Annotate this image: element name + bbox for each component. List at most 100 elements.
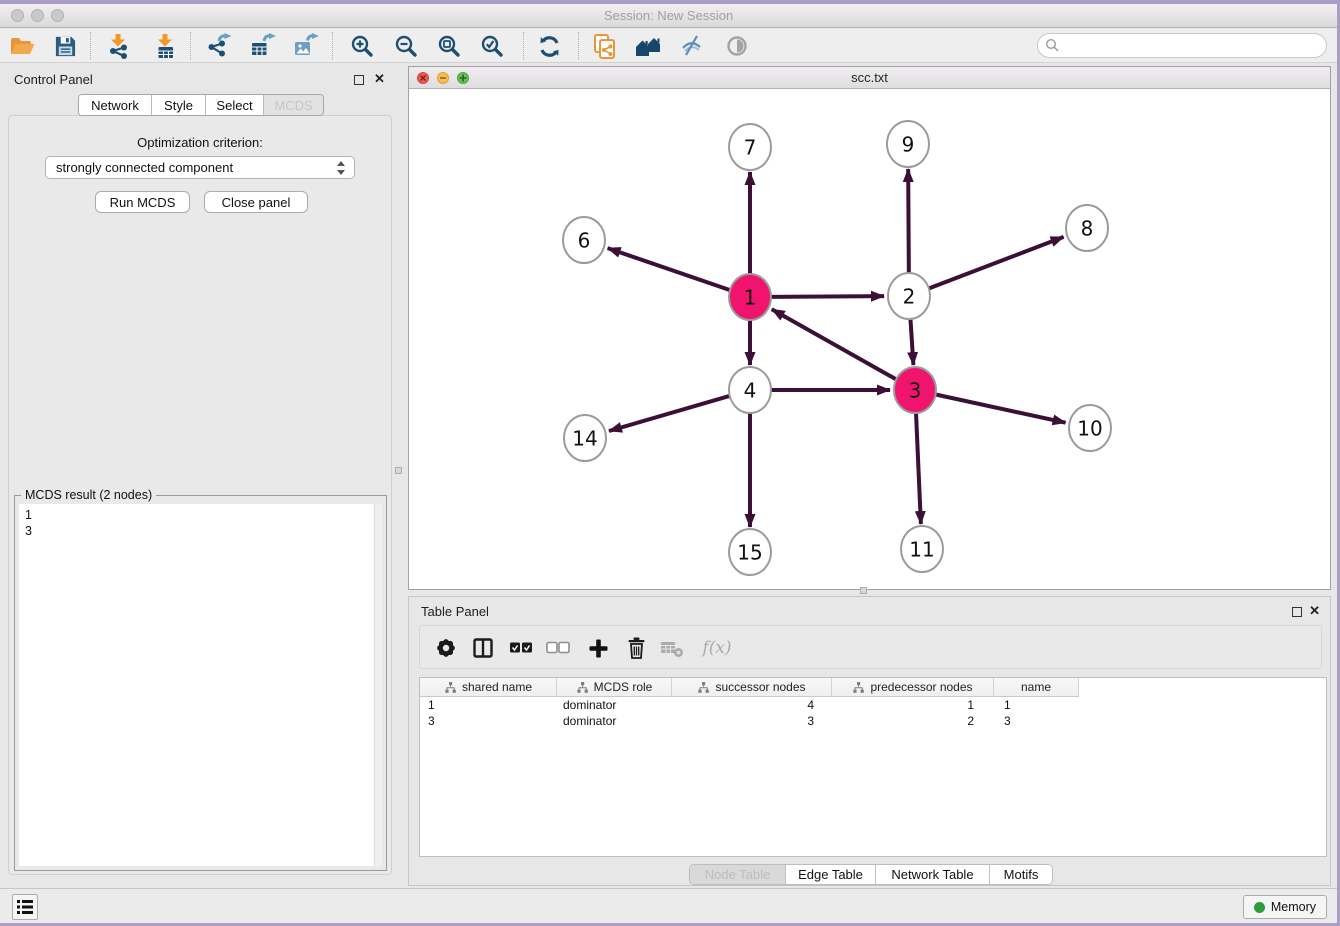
export-table-button[interactable] (247, 31, 277, 61)
network-window-titlebar[interactable]: scc.txt (409, 67, 1330, 89)
deselect-all-rows-button[interactable] (543, 633, 573, 663)
graph-node-label-1: 1 (744, 286, 757, 310)
cell-successor-nodes[interactable]: 4 (672, 697, 832, 713)
zoom-selected-button[interactable] (477, 31, 507, 61)
trash-icon (626, 637, 647, 659)
cell-shared-name[interactable]: 3 (420, 713, 557, 729)
table-row[interactable]: 1dominator411 (420, 697, 1079, 713)
column-header-name[interactable]: name (994, 678, 1079, 696)
column-header-predecessor-nodes[interactable]: predecessor nodes (832, 678, 994, 696)
tab-network-table[interactable]: Network Table (876, 865, 990, 884)
import-table-button[interactable] (150, 31, 180, 61)
delete-column-button[interactable] (621, 633, 651, 663)
mcds-result-textarea[interactable]: 1 3 (19, 504, 382, 866)
tab-select[interactable]: Select (206, 95, 264, 115)
import-network-button[interactable] (103, 31, 133, 61)
edge-2-8[interactable] (928, 237, 1064, 289)
table-row[interactable]: 3dominator323 (420, 713, 1079, 729)
tab-node-table[interactable]: Node Table (690, 865, 786, 884)
toolbar-separator (578, 32, 579, 60)
show-column-button[interactable] (468, 633, 498, 663)
first-neighbors-button[interactable] (633, 31, 663, 61)
horizontal-split-handle[interactable] (860, 587, 867, 594)
edge-2-9[interactable] (908, 169, 909, 276)
optimization-criterion-dropdown[interactable]: strongly connected component (45, 156, 355, 179)
control-panel-float-button[interactable] (354, 72, 364, 90)
eye-detail-icon (725, 34, 749, 58)
save-session-button[interactable] (50, 31, 80, 61)
eye-slash-icon (680, 34, 704, 58)
close-panel-button[interactable]: Close panel (204, 191, 308, 213)
export-image-button[interactable] (290, 31, 320, 61)
tree-icon (697, 681, 710, 694)
zoom-in-icon (350, 34, 374, 58)
apply-layout-button[interactable] (534, 31, 564, 61)
select-all-rows-button[interactable] (506, 633, 536, 663)
network-graph-canvas[interactable]: 7968124314101511 (409, 89, 1330, 589)
cell-name[interactable]: 3 (994, 713, 1079, 729)
tab-motifs[interactable]: Motifs (990, 865, 1052, 884)
run-mcds-button[interactable]: Run MCDS (95, 191, 190, 213)
edge-4-14[interactable] (609, 396, 731, 431)
edge-3-1[interactable] (772, 309, 898, 380)
show-graphics-details-button[interactable] (722, 31, 752, 61)
zoom-in-button[interactable] (347, 31, 377, 61)
refresh-layout-icon (537, 34, 562, 59)
dropdown-stepper-icon (335, 160, 346, 176)
function-builder-button[interactable]: f(x) (698, 633, 736, 663)
table-panel: Table Panel ✕ (408, 596, 1331, 886)
table-panel-close-button[interactable]: ✕ (1309, 602, 1320, 620)
search-input[interactable] (1065, 38, 1326, 53)
toolbar-separator (523, 32, 524, 60)
import-table-icon (152, 33, 179, 60)
cell-name[interactable]: 1 (994, 697, 1079, 713)
columns-icon (472, 637, 494, 659)
tab-style[interactable]: Style (152, 95, 206, 115)
mcds-result-group: MCDS result (2 nodes) 1 3 (14, 495, 387, 871)
control-panel-close-button[interactable]: ✕ (374, 70, 385, 88)
node-table: shared nameMCDS rolesuccessor nodesprede… (419, 677, 1327, 857)
mcds-panel: Optimization criterion: strongly connect… (8, 115, 392, 875)
graph-node-label-15: 15 (737, 541, 762, 565)
cell-successor-nodes[interactable]: 3 (672, 713, 832, 729)
search-field[interactable] (1037, 33, 1327, 58)
zoom-out-icon (394, 34, 418, 58)
tab-network[interactable]: Network (79, 95, 152, 115)
delete-table-button[interactable] (657, 633, 687, 663)
column-header-successor-nodes[interactable]: successor nodes (672, 678, 832, 696)
edge-1-2[interactable] (770, 296, 884, 297)
open-session-button[interactable] (7, 31, 37, 61)
column-header-label: name (1021, 680, 1051, 694)
add-column-button[interactable] (583, 633, 613, 663)
cell-MCDS-role[interactable]: dominator (557, 713, 672, 729)
tab-edge-table[interactable]: Edge Table (786, 865, 876, 884)
toolbar-separator (90, 32, 91, 60)
cell-predecessor-nodes[interactable]: 2 (832, 713, 994, 729)
tree-icon (444, 681, 457, 694)
cell-predecessor-nodes[interactable]: 1 (832, 697, 994, 713)
memory-label: Memory (1271, 900, 1316, 914)
edge-2-3[interactable] (910, 316, 913, 365)
edge-3-11[interactable] (916, 410, 921, 524)
duplicate-network-button[interactable] (590, 31, 620, 61)
hide-selected-button[interactable] (677, 31, 707, 61)
table-panel-float-button[interactable] (1292, 604, 1302, 622)
table-options-button[interactable] (431, 633, 461, 663)
graph-node-label-14: 14 (572, 427, 597, 451)
vertical-split-handle[interactable] (395, 467, 402, 474)
export-image-icon (292, 33, 319, 60)
cell-shared-name[interactable]: 1 (420, 697, 557, 713)
column-header-shared-name[interactable]: shared name (420, 678, 557, 696)
app-titlebar: Session: New Session (0, 4, 1337, 28)
memory-button[interactable]: Memory (1243, 895, 1327, 919)
edge-1-6[interactable] (608, 248, 731, 290)
zoom-out-button[interactable] (391, 31, 421, 61)
export-network-button[interactable] (203, 31, 233, 61)
zoom-fit-button[interactable] (434, 31, 464, 61)
cell-MCDS-role[interactable]: dominator (557, 697, 672, 713)
tab-mcds[interactable]: MCDS (264, 95, 323, 115)
result-scrollbar[interactable] (374, 504, 382, 866)
task-history-button[interactable] (12, 894, 38, 920)
column-header-MCDS-role[interactable]: MCDS role (557, 678, 672, 696)
edge-3-10[interactable] (935, 394, 1066, 422)
